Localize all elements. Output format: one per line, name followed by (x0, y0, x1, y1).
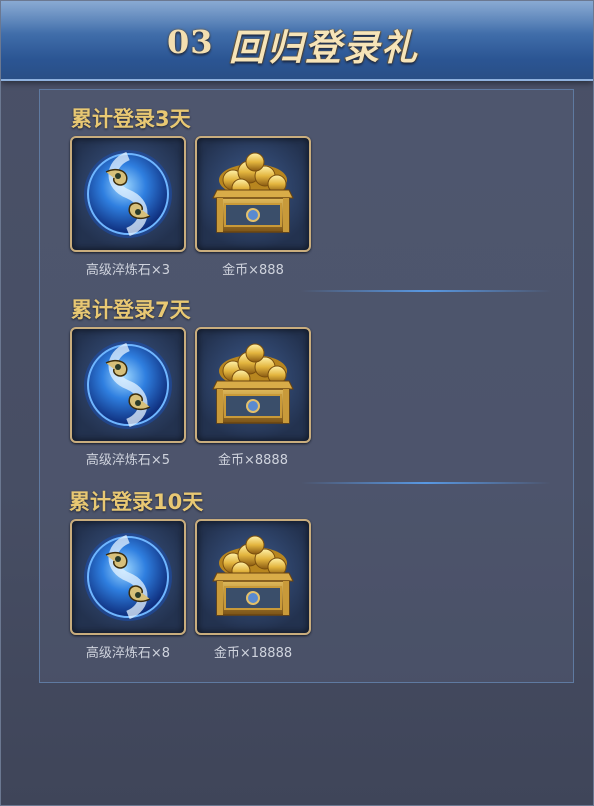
gold-chest-icon (203, 527, 303, 627)
event-number: 03 (167, 23, 214, 61)
reward-slot-gem[interactable] (70, 519, 186, 635)
gold-chest-icon (203, 144, 303, 244)
gem-icon (78, 527, 178, 627)
section-divider (301, 482, 551, 484)
reward-slot-gem[interactable] (70, 136, 186, 252)
reward-label: 金币×888 (222, 263, 284, 278)
event-panel: 03 回归登录礼 累计登录3天 高级淬炼石×3 金币×888 累计登录7天 高级… (0, 0, 594, 806)
reward-slot-gold[interactable] (195, 519, 311, 635)
section-divider (301, 290, 551, 292)
reward-slot-gem[interactable] (70, 327, 186, 443)
reward-label: 金币×8888 (218, 453, 288, 468)
section-title-day3: 累计登录3天 (71, 107, 191, 131)
gem-icon (78, 335, 178, 435)
reward-label: 高级淬炼石×8 (85, 646, 171, 661)
section-title-day7: 累计登录7天 (71, 298, 191, 322)
reward-slot-gold[interactable] (195, 136, 311, 252)
reward-label: 金币×18888 (213, 646, 293, 661)
reward-label: 高级淬炼石×5 (85, 453, 171, 468)
reward-slot-gold[interactable] (195, 327, 311, 443)
gem-icon (78, 144, 178, 244)
panel-header: 03 回归登录礼 (1, 1, 593, 81)
reward-label: 高级淬炼石×3 (85, 263, 171, 278)
gold-chest-icon (203, 335, 303, 435)
event-title: 回归登录礼 (229, 28, 420, 69)
section-title-day10: 累计登录10天 (69, 490, 204, 514)
